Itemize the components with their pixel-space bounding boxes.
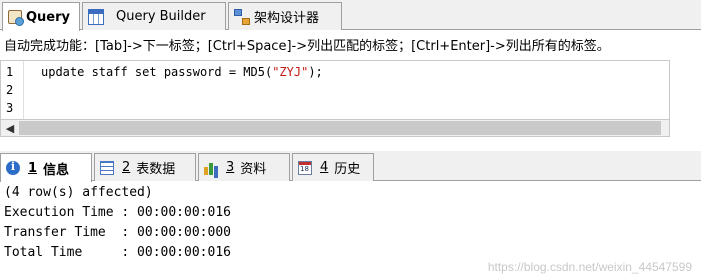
- output-line: Transfer Time : 00:00:00:000: [4, 225, 231, 240]
- editor-side-area: [670, 60, 701, 138]
- tab-schema-designer-label: 架构设计器: [254, 11, 320, 26]
- tab-history-label: 历史: [334, 162, 361, 177]
- code-string-literal: "ZYJ": [272, 65, 309, 79]
- scroll-thumb[interactable]: [19, 121, 661, 135]
- code-text: update staff set password = MD5(: [41, 65, 273, 79]
- tab-history-number: 4: [320, 160, 329, 175]
- line-number: 2: [6, 83, 14, 97]
- tab-messages-label: 信息: [43, 162, 70, 178]
- tab-table-data[interactable]: 2 表数据: [94, 153, 196, 181]
- autocomplete-hint-bar: 自动完成功能：[Tab]->下一标签；[Ctrl+Space]->列出匹配的标签…: [0, 31, 701, 58]
- tab-profile-label: 资料: [240, 162, 267, 177]
- messages-output[interactable]: (4 row(s) affected) Execution Time : 00:…: [0, 182, 701, 280]
- tab-profile[interactable]: 3 资料: [198, 153, 290, 181]
- tab-query-builder-label: Query Builder: [116, 9, 206, 24]
- tab-table-data-number: 2: [122, 160, 131, 175]
- output-line: Execution Time : 00:00:00:016: [4, 205, 231, 220]
- tab-query-builder[interactable]: Query Builder: [82, 2, 226, 30]
- result-tab-strip: 1 信息 2 表数据 3 资料 4 历史: [0, 151, 701, 182]
- tab-table-data-label: 表数据: [136, 162, 176, 177]
- query-tab-strip: Query Query Builder 架构设计器: [0, 0, 701, 31]
- profile-icon: [204, 161, 218, 175]
- line-number: 3: [6, 101, 14, 115]
- code-text-end: );: [308, 65, 323, 79]
- grid-icon: [88, 8, 104, 25]
- tab-messages-number: 1: [28, 160, 38, 176]
- tab-messages[interactable]: 1 信息: [0, 153, 92, 182]
- table-icon: [100, 160, 114, 175]
- schema-designer-icon: [234, 8, 250, 25]
- watermark: https://blog.csdn.net/weixin_44547599: [487, 260, 692, 274]
- code-line[interactable]: update staff set password = MD5("ZYJ");: [41, 64, 323, 80]
- output-line: Total Time : 00:00:00:016: [4, 245, 231, 260]
- sql-editor[interactable]: 1 2 3 update staff set password = MD5("Z…: [0, 60, 670, 120]
- tab-history[interactable]: 4 历史: [292, 153, 374, 181]
- tab-schema-designer[interactable]: 架构设计器: [228, 2, 342, 30]
- tab-query-label: Query: [26, 9, 71, 25]
- line-number: 1: [6, 65, 14, 79]
- tab-profile-number: 3: [226, 160, 235, 175]
- autocomplete-hint-text: 自动完成功能：[Tab]->下一标签；[Ctrl+Space]->列出匹配的标签…: [4, 39, 610, 54]
- editor-horizontal-scrollbar[interactable]: ◀: [0, 120, 670, 137]
- history-icon: [298, 160, 312, 175]
- info-icon: [6, 160, 20, 175]
- output-line: (4 row(s) affected): [4, 185, 153, 200]
- line-number-gutter: 1 2 3: [1, 61, 24, 119]
- scroll-left-icon[interactable]: ◀: [3, 122, 17, 135]
- tab-query[interactable]: Query: [2, 2, 80, 31]
- query-icon: [8, 10, 24, 26]
